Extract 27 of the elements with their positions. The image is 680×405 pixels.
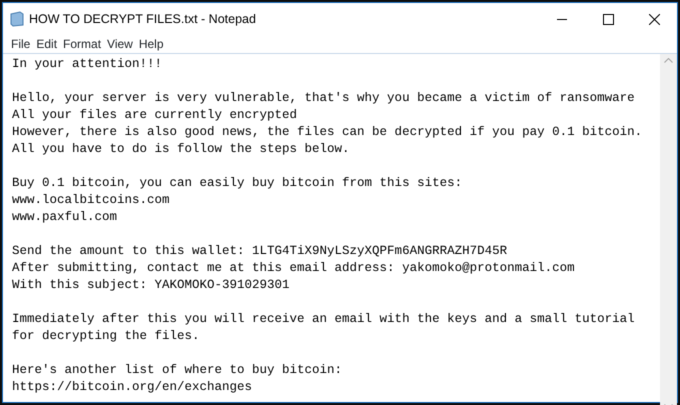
menu-item[interactable]: Format xyxy=(60,35,104,53)
text-line: With this subject: YAKOMOKO-391029301 xyxy=(12,277,290,294)
text-line: www.localbitcoins.com xyxy=(12,192,170,209)
text-line: Here's another list of where to buy bitcoin: xyxy=(12,362,342,379)
window-title: HOW TO DECRYPT FILES.txt - Notepad xyxy=(29,10,256,28)
text-line: All you have to do is follow the steps below. xyxy=(12,141,350,158)
scroll-up-icon[interactable] xyxy=(664,58,673,63)
text-line: Buy 0.1 bitcoin, you can easily buy bitcoin from this sites: xyxy=(12,175,462,192)
text-line: for decrypting the files. xyxy=(12,328,200,345)
text-line: However, there is also good news, the files can be decrypted if you pay 0.1 bitcoin. xyxy=(12,124,642,141)
maximize-icon xyxy=(602,14,614,24)
text-line: After submitting, contact me at this email address: yakomoko@protonmail.com xyxy=(12,260,575,277)
text-line: Send the amount to this wallet: 1LTG4TiX9NyLSzyXQPFm6ANGRRAZH7D45R xyxy=(12,243,508,260)
menu-item[interactable]: Help xyxy=(136,35,167,53)
text-line: www.paxful.com xyxy=(12,209,118,226)
minimize-icon xyxy=(557,18,567,20)
text-line: https://bitcoin.org/en/exchanges xyxy=(12,379,252,396)
text-line: In your attention!!! xyxy=(12,56,162,73)
text-line: Immediately after this you will receive an email with the keys and a small tutorial xyxy=(12,311,635,328)
close-icon xyxy=(648,14,660,24)
menu-item[interactable]: Edit xyxy=(33,35,60,53)
menu-item[interactable]: File xyxy=(8,35,34,53)
text-line: Hello, your server is very vulnerable, that's why you became a victim of ransomware xyxy=(12,90,635,107)
scrollbar[interactable] xyxy=(660,54,677,405)
menu-item[interactable]: View xyxy=(104,35,136,53)
notepad-icon xyxy=(9,11,25,27)
text-line: All your files are currently encrypted xyxy=(12,107,298,124)
